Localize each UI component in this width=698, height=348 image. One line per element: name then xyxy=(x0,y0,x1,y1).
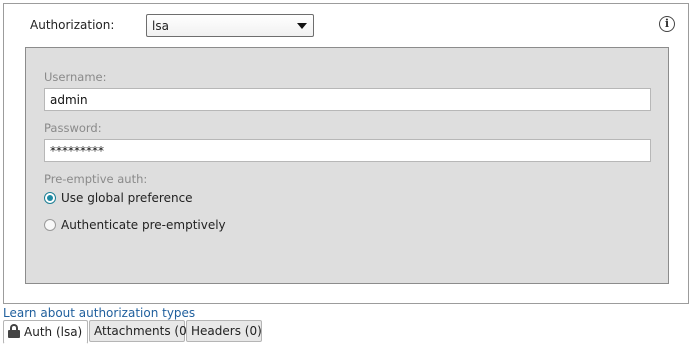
tab-label: Attachments (0) xyxy=(94,324,192,338)
password-label: Password: xyxy=(44,121,102,135)
info-icon[interactable]: i xyxy=(659,16,675,32)
tab-attachments[interactable]: Attachments (0) xyxy=(89,320,191,342)
radio-label: Use global preference xyxy=(61,191,193,205)
tab-auth[interactable]: Auth (lsa) xyxy=(3,320,88,344)
chevron-down-icon xyxy=(297,23,307,29)
username-label: Username: xyxy=(44,70,107,84)
lock-icon xyxy=(8,324,20,338)
authorization-type-dropdown[interactable]: lsa xyxy=(146,14,314,37)
credentials-box: Username: admin Password: ********* Pre-… xyxy=(25,47,669,284)
radio-selected-icon xyxy=(44,192,56,204)
auth-panel: Authorization: lsa i Username: admin Pas… xyxy=(3,3,689,304)
preemptive-auth-label: Pre-emptive auth: xyxy=(44,172,148,186)
authorization-type-value: lsa xyxy=(152,19,169,33)
radio-unselected-icon xyxy=(44,219,56,231)
tab-label: Headers (0) xyxy=(191,324,262,338)
tab-label: Auth (lsa) xyxy=(24,325,83,339)
tab-headers[interactable]: Headers (0) xyxy=(186,320,262,342)
radio-label: Authenticate pre-emptively xyxy=(61,218,226,232)
authorization-label: Authorization: xyxy=(30,18,115,32)
username-field[interactable]: admin xyxy=(44,88,651,111)
password-field[interactable]: ********* xyxy=(44,139,651,162)
learn-authorization-types-link[interactable]: Learn about authorization types xyxy=(3,306,195,320)
